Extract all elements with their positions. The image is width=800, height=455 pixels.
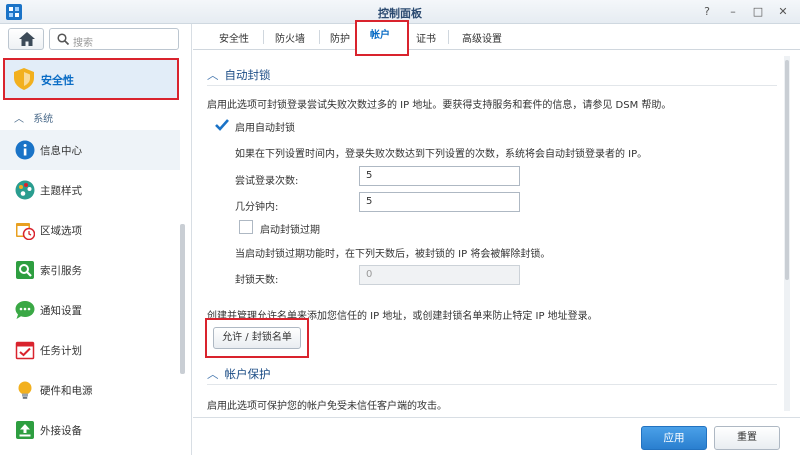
attempts-label: 尝试登录次数: (235, 176, 299, 187)
calendar-check-icon (15, 341, 35, 360)
tab-separator (448, 30, 449, 44)
sidebar-item-regional[interactable]: 区域选项 (0, 210, 180, 250)
help-button[interactable]: ? (698, 3, 716, 21)
sidebar-item-label: 硬件和电源 (40, 385, 93, 397)
attempts-input[interactable]: 5 (359, 166, 520, 186)
minutes-input[interactable]: 5 (359, 192, 520, 212)
tab-security[interactable]: 安全性 (219, 30, 249, 45)
home-button[interactable] (8, 28, 44, 50)
search-placeholder: 搜索 (73, 38, 93, 49)
chat-bubble-icon (15, 301, 35, 319)
auto-block-description: 启用此选项可封锁登录尝试失败次数过多的 IP 地址。要获得支持服务和套件的信息，… (207, 100, 672, 111)
account-protection-description: 启用此选项可保护您的帐户免受未信任客户端的攻击。 (207, 401, 447, 412)
chevron-up-icon: ︿ (14, 114, 24, 125)
upload-device-icon (16, 421, 34, 439)
sidebar-item-security[interactable]: 安全性 (3, 58, 179, 100)
minutes-label: 几分钟内: (235, 202, 279, 213)
chevron-up-icon: ︿ (207, 68, 219, 82)
sidebar-item-label: 信息中心 (40, 145, 82, 157)
block-days-label: 封锁天数: (235, 275, 279, 286)
maximize-button[interactable]: □ (749, 3, 767, 21)
sidebar-item-label: 安全性 (41, 74, 74, 87)
content-scrollbar-thumb[interactable] (785, 60, 789, 280)
sidebar: 搜索 安全性 ︿ 系统 信息中心 主题样式 区域选项 索引服务 通知设置 任务计… (0, 24, 192, 455)
calendar-clock-icon (16, 223, 35, 240)
allow-block-list-button[interactable]: 允许 / 封锁名单 (213, 327, 301, 349)
search-input[interactable]: 搜索 (49, 28, 179, 50)
footer: 应用 重置 (193, 417, 800, 455)
info-icon (15, 140, 35, 160)
close-button[interactable]: ✕ (774, 3, 792, 21)
checkmark-icon (215, 119, 229, 131)
tab-separator (319, 30, 320, 44)
auto-block-rule-description: 如果在下列设置时间内，登录失败次数达到下列设置的次数，系统将会自动封锁登录者的 … (235, 149, 648, 160)
group-account-protection-header[interactable]: ︿ 帐户保护 (207, 366, 271, 382)
sidebar-item-label: 通知设置 (40, 305, 82, 317)
lightbulb-icon (18, 381, 32, 399)
sidebar-item-indexing[interactable]: 索引服务 (0, 250, 180, 290)
settings-content: ︿ 自动封锁 启用此选项可封锁登录尝试失败次数过多的 IP 地址。要获得支持服务和… (193, 51, 780, 417)
sidebar-item-task-scheduler[interactable]: 任务计划 (0, 330, 180, 370)
tab-bar-right: 证书 高级设置 (410, 24, 610, 50)
divider (207, 85, 777, 86)
sidebar-item-notification[interactable]: 通知设置 (0, 290, 180, 330)
sidebar-item-info-center[interactable]: 信息中心 (0, 130, 180, 170)
sidebar-item-label: 任务计划 (40, 345, 82, 357)
sidebar-item-label: 外接设备 (40, 425, 82, 437)
sidebar-item-label: 主题样式 (40, 185, 82, 197)
tab-firewall[interactable]: 防火墙 (275, 30, 305, 45)
reset-button[interactable]: 重置 (714, 426, 780, 450)
block-expiry-description: 当启动封锁过期功能时，在下列天数后，被封锁的 IP 将会被解除封锁。 (235, 249, 551, 260)
tab-account-label: 帐户 (370, 30, 390, 41)
group-auto-block-header[interactable]: ︿ 自动封锁 (207, 67, 271, 83)
search-icon (57, 33, 69, 45)
minimize-button[interactable]: – (724, 3, 742, 21)
enable-auto-block-label: 启用自动封锁 (235, 123, 295, 134)
tab-protection[interactable]: 防护 (330, 30, 350, 45)
sidebar-item-hardware-power[interactable]: 硬件和电源 (0, 370, 180, 410)
shield-icon (14, 68, 34, 90)
divider (207, 384, 777, 385)
sidebar-item-theme[interactable]: 主题样式 (0, 170, 180, 210)
block-days-input[interactable]: 0 (359, 265, 520, 285)
tab-certificate[interactable]: 证书 (416, 30, 436, 45)
sidebar-section-system[interactable]: ︿ 系统 (14, 110, 53, 125)
sidebar-item-external-devices[interactable]: 外接设备 (0, 410, 180, 450)
index-search-icon (16, 261, 34, 279)
home-icon (19, 32, 35, 46)
enable-block-expiry-label: 启动封锁过期 (260, 225, 320, 236)
tab-advanced[interactable]: 高级设置 (462, 30, 502, 45)
enable-block-expiry-checkbox[interactable] (239, 220, 253, 234)
sidebar-item-label: 区域选项 (40, 225, 82, 237)
allow-block-list-highlight: 允许 / 封锁名单 (205, 318, 309, 358)
palette-icon (15, 180, 35, 200)
tab-separator (263, 30, 264, 44)
apply-button[interactable]: 应用 (641, 426, 707, 450)
chevron-up-icon: ︿ (207, 367, 219, 381)
window-title: 控制面板 (378, 7, 422, 20)
sidebar-scrollbar[interactable] (180, 224, 185, 374)
enable-auto-block-checkbox[interactable] (215, 118, 229, 132)
sidebar-item-label: 索引服务 (40, 265, 82, 277)
